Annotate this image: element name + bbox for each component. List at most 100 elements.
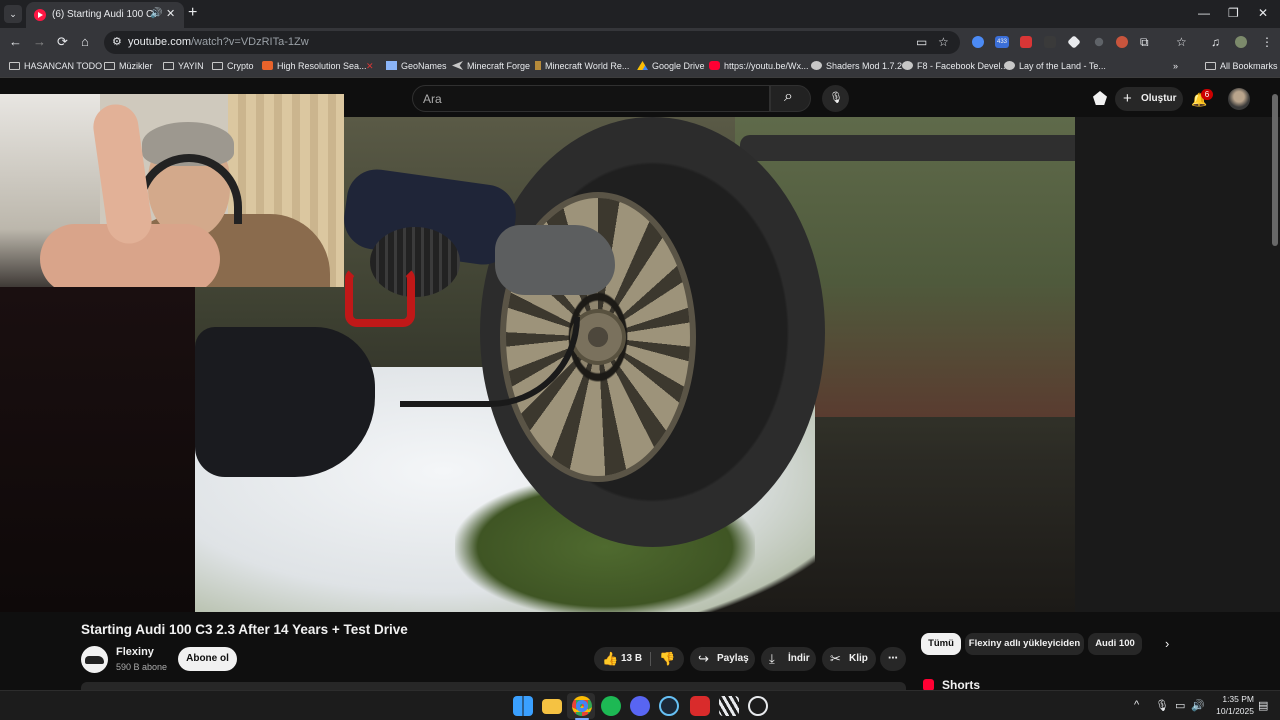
download-label: İndir	[788, 653, 810, 664]
chip-all[interactable]: Tümü	[921, 633, 961, 655]
page-scrollbar[interactable]	[1272, 94, 1278, 246]
account-avatar[interactable]	[1228, 88, 1250, 110]
mic-tray-icon[interactable]: 🎙	[1155, 699, 1169, 712]
tray-overflow-icon[interactable]: ^	[1134, 699, 1139, 711]
bookmark-item[interactable]: High Resolution Sea...	[262, 61, 367, 71]
extension-red-icon[interactable]	[1020, 36, 1032, 48]
search-button[interactable]: ⌕	[770, 85, 811, 112]
extension-badge-icon[interactable]: 433	[995, 36, 1009, 48]
clip-button[interactable]: ✂ Klip	[822, 647, 876, 671]
reload-button[interactable]: ⟳	[57, 34, 68, 50]
network-icon[interactable]: ▭	[1175, 699, 1185, 712]
restore-button[interactable]: ❐	[1228, 6, 1239, 20]
extension-globe-icon[interactable]	[972, 36, 984, 48]
bookmark-item[interactable]: Minecraft Forge	[452, 61, 530, 71]
speaker-icon[interactable]: 🔊	[150, 8, 162, 19]
bookmark-item[interactable]: YAYIN	[163, 61, 204, 71]
bookmark-item[interactable]: GeoNames	[386, 61, 447, 71]
back-button[interactable]: ←	[9, 34, 22, 49]
folder-icon	[104, 62, 115, 70]
minimize-button[interactable]: —	[1198, 6, 1210, 20]
forge-icon	[452, 61, 463, 70]
left-dark-area	[0, 287, 195, 612]
bookmark-item[interactable]: HASANCAN TODO	[9, 61, 102, 71]
download-button[interactable]: ⤓ İndir	[761, 647, 816, 671]
share-button[interactable]: ↪ Paylaş	[690, 647, 755, 671]
url-path: /watch?v=VDzRITa-1Zw	[190, 36, 309, 48]
description-box[interactable]	[81, 682, 906, 690]
browser-menu-icon[interactable]: ⋮	[1261, 35, 1273, 49]
profile-avatar-icon[interactable]	[1235, 36, 1247, 48]
bookmark-star-icon[interactable]: ☆	[938, 35, 949, 49]
windows-icon[interactable]	[513, 696, 533, 716]
mic-icon: 🎙	[829, 92, 843, 104]
extension-orange-icon[interactable]	[1116, 36, 1128, 48]
video-title: Starting Audi 100 C3 2.3 After 14 Years …	[81, 622, 408, 637]
search-box[interactable]	[412, 85, 770, 112]
clock-date[interactable]: 10/1/2025	[1210, 706, 1254, 716]
forward-button[interactable]: →	[33, 34, 46, 49]
favorites-icon[interactable]: ☆	[1176, 35, 1187, 49]
bookmark-item[interactable]: Shaders Mod 1.7.2	[811, 61, 902, 71]
download-icon: ⤓	[769, 651, 775, 666]
site-info-icon[interactable]: ⚙	[112, 35, 122, 48]
close-tab-icon[interactable]: ✕	[166, 7, 175, 20]
scissors-icon: ✂	[830, 651, 841, 666]
volume-icon[interactable]: 🔊	[1191, 699, 1205, 712]
channel-avatar[interactable]	[81, 646, 108, 673]
window-close-button[interactable]: ✕	[1258, 6, 1268, 20]
premium-icon[interactable]	[1093, 91, 1107, 105]
app-red-icon[interactable]	[690, 696, 710, 716]
steam-icon[interactable]	[659, 696, 679, 716]
globe-icon	[811, 61, 822, 70]
app-stripes-icon[interactable]	[719, 696, 739, 716]
chevron-down-icon: ⌄	[9, 9, 17, 19]
new-tab-button[interactable]: +	[188, 5, 197, 21]
tab-search-button[interactable]: ⌄	[4, 5, 22, 23]
search-input[interactable]	[423, 91, 753, 107]
thumbs-up-icon: 👍	[602, 651, 619, 666]
bookmark-item[interactable]: Minecraft World Re...	[535, 61, 629, 71]
youtube-page: ⌕ 🎙 + Oluştur 🔔 6 Starting Audi 100 C3 2…	[0, 79, 1280, 690]
extensions-puzzle-icon[interactable]: ⧉	[1140, 35, 1149, 50]
cast-icon[interactable]: ▭	[916, 35, 927, 49]
more-actions-button[interactable]: ⋯	[880, 647, 906, 671]
bookmark-item[interactable]: F8 - Facebook Devel...	[902, 61, 1008, 71]
extension-dot-icon[interactable]	[1094, 37, 1104, 47]
url-domain: youtube.com	[128, 36, 191, 48]
dislike-button[interactable]: 👎	[652, 647, 684, 671]
home-button[interactable]: ⌂	[81, 34, 89, 49]
subscriber-count: 590 B abone	[116, 662, 168, 672]
chevron-right-icon[interactable]: ›	[1165, 636, 1169, 651]
extension-diamond-icon[interactable]	[1067, 35, 1081, 49]
subscribe-button[interactable]: Abone ol	[178, 647, 237, 671]
media-control-icon[interactable]: ♫	[1211, 35, 1220, 49]
bookmark-item[interactable]: Müzikler	[104, 61, 153, 71]
channel-name[interactable]: Flexiny	[116, 646, 154, 658]
voice-search-button[interactable]: 🎙	[822, 85, 849, 112]
bookmark-x-icon[interactable]: ✕	[366, 61, 374, 72]
like-dislike-group: 👍 13 B 👎	[594, 647, 684, 671]
notifications-icon[interactable]: ▤	[1258, 699, 1268, 712]
create-button[interactable]: + Oluştur	[1115, 87, 1183, 111]
chrome-icon[interactable]	[572, 696, 592, 716]
address-bar[interactable]: ⚙ youtube.com/watch?v=VDzRITa-1Zw ▭ ☆	[104, 31, 960, 54]
chip-from-uploader[interactable]: Flexiny adlı yükleyiciden	[965, 633, 1084, 655]
clock-time[interactable]: 1:35 PM	[1214, 694, 1254, 704]
all-bookmarks-button[interactable]: All Bookmarks	[1205, 61, 1278, 71]
bookmark-item[interactable]: https://youtu.be/Wx...	[709, 61, 809, 71]
divider	[650, 652, 651, 666]
bookmark-item[interactable]: Crypto	[212, 61, 254, 71]
chip-audi-100[interactable]: Audi 100	[1088, 633, 1142, 655]
app-circle-icon[interactable]	[748, 696, 768, 716]
more-icon: ⋯	[888, 653, 898, 664]
extension-dark-icon[interactable]	[1044, 36, 1056, 48]
active-tab[interactable]: (6) Starting Audi 100 C3 2.3 🔊 ✕	[26, 2, 184, 28]
more-bookmarks-icon[interactable]: »	[1173, 61, 1178, 71]
bookmark-item[interactable]: Lay of the Land - Te...	[1004, 61, 1106, 71]
like-button[interactable]: 👍 13 B	[594, 647, 650, 671]
bookmark-item[interactable]: Google Drive	[637, 61, 705, 71]
discord-icon[interactable]	[630, 696, 650, 716]
file-explorer-icon[interactable]	[542, 699, 562, 714]
spotify-icon[interactable]	[601, 696, 621, 716]
